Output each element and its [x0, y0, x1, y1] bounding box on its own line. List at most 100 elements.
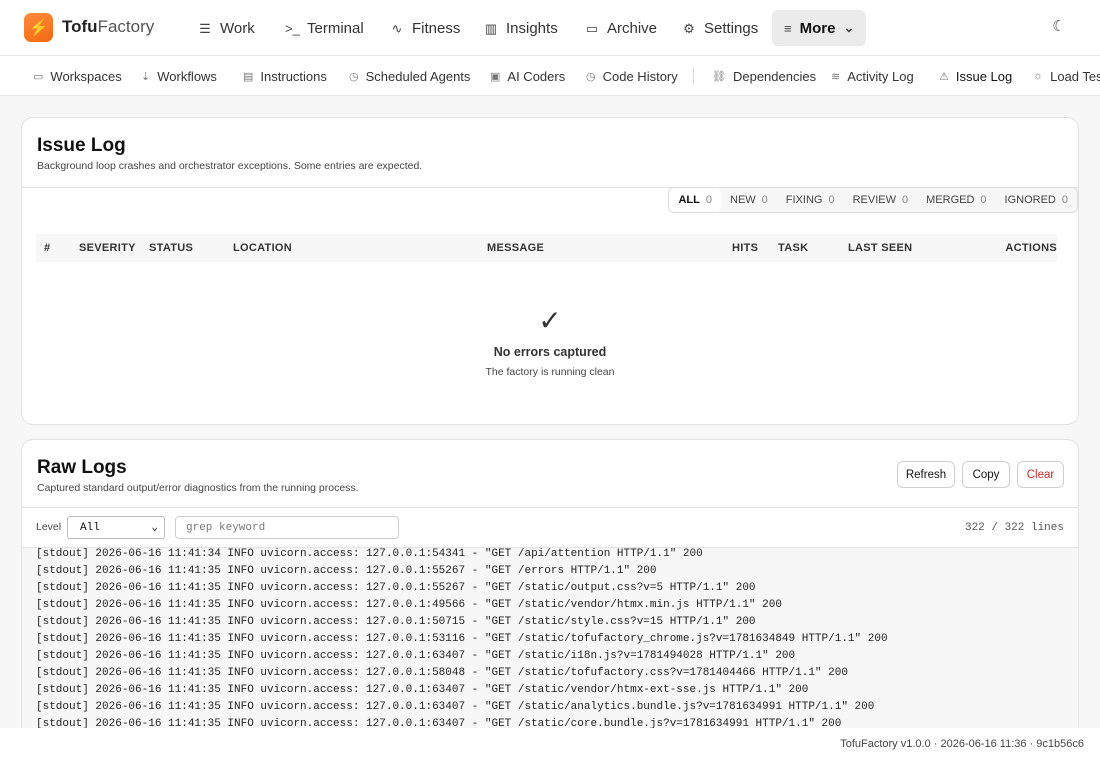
column-header-hits[interactable]: HITS [732, 242, 758, 254]
checkmark-icon: ✓ [538, 305, 562, 336]
column-header-status[interactable]: STATUS [149, 242, 193, 254]
issue-table-header: # SEVERITY STATUS LOCATION MESSAGE HITS … [36, 234, 1057, 262]
subnav-dependencies[interactable]: ⛓ Dependencies [712, 56, 816, 95]
filter-merged[interactable]: MERGED 0 [917, 188, 995, 212]
nav-insights[interactable]: ▥ Insights [472, 12, 570, 45]
nav-settings[interactable]: ⚙ Settings [670, 12, 770, 45]
issue-status-filter: ALL 0 NEW 0 FIXING 0 REVIEW 0 MERGED 0 IGNORE… [668, 187, 1078, 213]
warning-icon: ⚠ [939, 70, 949, 83]
log-line: [stdout] 2026-06-16 11:41:35 INFO uvicor… [36, 684, 809, 696]
filter-label: MERGED [926, 194, 975, 206]
column-header-actions: ACTIONS [1005, 242, 1057, 254]
filter-label: REVIEW [852, 194, 896, 206]
log-line: [stdout] 2026-06-16 11:41:35 INFO uvicor… [36, 667, 848, 679]
bolt-glyph: ⚡ [28, 19, 49, 37]
nav-work[interactable]: ☰ Work [186, 12, 267, 45]
refresh-button[interactable]: Refresh [897, 461, 955, 488]
filter-new[interactable]: NEW 0 [721, 188, 777, 212]
nav-label: Terminal [307, 20, 364, 37]
log-line: [stdout] 2026-06-16 11:41:34 INFO uvicor… [36, 548, 703, 560]
issue-log-subtitle: Background loop crashes and orchestrator… [37, 160, 423, 172]
archive-icon: ▭ [585, 20, 599, 36]
subnav-workspaces[interactable]: ▭ Workspaces [33, 56, 122, 95]
column-header-task[interactable]: TASK [778, 242, 808, 254]
subnav-load-test[interactable]: ☼ Load Test [1033, 56, 1100, 95]
pulse-icon: ∿ [391, 20, 403, 36]
subnav-issue-log[interactable]: ⚠ Issue Log [939, 56, 1012, 95]
theme-toggle-moon-icon[interactable]: ☾ [1050, 18, 1068, 36]
empty-state-title: No errors captured [493, 345, 607, 359]
folder-icon: ▭ [33, 70, 44, 83]
nav-archive[interactable]: ▭ Archive [573, 12, 669, 45]
subnav-ai-coders[interactable]: ▣ AI Coders [490, 56, 565, 95]
nav-label: Fitness [412, 20, 461, 37]
subnav-activity-log[interactable]: ≋ Activity Log [831, 56, 914, 95]
list-icon: ☰ [199, 20, 211, 36]
filter-all[interactable]: ALL 0 [669, 188, 721, 212]
logo-bolt-icon[interactable]: ⚡ [24, 13, 53, 42]
issue-log-title: Issue Log [37, 135, 126, 156]
filter-label: FIXING [785, 194, 823, 206]
log-line: [stdout] 2026-06-16 11:41:35 INFO uvicor… [36, 701, 875, 713]
chevron-down-icon: ⌄ [843, 20, 855, 35]
filter-label: ALL [678, 194, 700, 206]
filter-label: NEW [730, 194, 756, 206]
nav-label: Work [220, 20, 255, 37]
subnav-label: Code History [602, 68, 678, 84]
log-line: [stdout] 2026-06-16 11:41:35 INFO uvicor… [36, 582, 756, 594]
filter-count: 0 [902, 194, 909, 206]
subnav-label: Workflows [157, 68, 217, 84]
nav-terminal[interactable]: >_ Terminal [273, 12, 376, 45]
column-header-last-seen[interactable]: LAST SEEN [848, 242, 912, 254]
column-header-message[interactable]: MESSAGE [487, 242, 544, 254]
menu-icon: ≡ [784, 20, 792, 36]
log-line: [stdout] 2026-06-16 11:41:35 INFO uvicor… [36, 633, 888, 645]
filter-label: IGNORED [1004, 194, 1056, 206]
wifi-icon: ≋ [831, 70, 841, 83]
filter-count: 0 [705, 194, 712, 206]
subnav-code-history[interactable]: ◷ Code History [586, 56, 678, 95]
raw-logs-title: Raw Logs [37, 457, 127, 478]
document-icon: ▤ [243, 70, 254, 83]
line-count: 322 / 322 lines [964, 522, 1064, 534]
grep-keyword-input[interactable] [175, 516, 399, 539]
empty-state-subtitle: The factory is running clean [485, 366, 615, 378]
brand-name[interactable]: TofuFactory [62, 17, 154, 37]
sun-icon: ☼ [1033, 70, 1044, 82]
log-output[interactable]: [stdout] 2026-06-16 11:41:34 INFO uvicor… [22, 547, 1078, 729]
log-line: [stdout] 2026-06-16 11:41:35 INFO uvicor… [36, 650, 796, 662]
column-header-severity[interactable]: SEVERITY [79, 242, 136, 254]
nav-more-button[interactable]: ≡ More ⌄ [772, 10, 866, 46]
filter-fixing[interactable]: FIXING 0 [777, 188, 844, 212]
subnav-instructions[interactable]: ▤ Instructions [243, 56, 327, 95]
subnav-label: Load Test [1050, 68, 1100, 84]
subnav-label: Scheduled Agents [365, 68, 471, 84]
terminal-icon: >_ [285, 21, 300, 36]
version-info: TofuFactory v1.0.0 · 2026-06-16 11:36 · … [840, 738, 1084, 750]
footer: TofuFactory v1.0.0 · 2026-06-16 11:36 · … [0, 728, 1100, 760]
issue-log-card: Issue Log Background loop crashes and or… [21, 117, 1079, 425]
top-navbar: ⚡ TofuFactory ☰ Work >_ Terminal ∿ Fitness … [0, 0, 1100, 56]
level-select-value: All [80, 521, 100, 534]
filter-ignored[interactable]: IGNORED 0 [996, 188, 1077, 212]
bar-chart-icon: ▥ [484, 20, 498, 36]
filter-count: 0 [761, 194, 768, 206]
clear-button[interactable]: Clear [1017, 461, 1064, 488]
filter-review[interactable]: REVIEW 0 [844, 188, 918, 212]
raw-logs-card: Raw Logs Captured standard output/error … [21, 439, 1079, 739]
workflow-icon: ⇣ [141, 70, 151, 83]
nav-fitness[interactable]: ∿ Fitness [378, 12, 472, 45]
column-header-location[interactable]: LOCATION [233, 242, 292, 254]
chevron-down-icon: ⌄ [151, 522, 158, 534]
level-select[interactable]: All ⌄ [67, 516, 165, 539]
log-line: [stdout] 2026-06-16 11:41:35 INFO uvicor… [36, 616, 756, 628]
divider [22, 507, 1078, 508]
log-line: [stdout] 2026-06-16 11:41:35 INFO uvicor… [36, 599, 782, 611]
brand-name-rest: Factory [97, 17, 155, 36]
gear-icon: ⚙ [683, 20, 695, 36]
column-header-number[interactable]: # [44, 242, 50, 254]
subnav-workflows[interactable]: ⇣ Workflows [141, 56, 217, 95]
copy-button[interactable]: Copy [962, 461, 1010, 488]
subnav-scheduled-agents[interactable]: ◷ Scheduled Agents [349, 56, 471, 95]
clock-icon: ◷ [349, 70, 359, 83]
